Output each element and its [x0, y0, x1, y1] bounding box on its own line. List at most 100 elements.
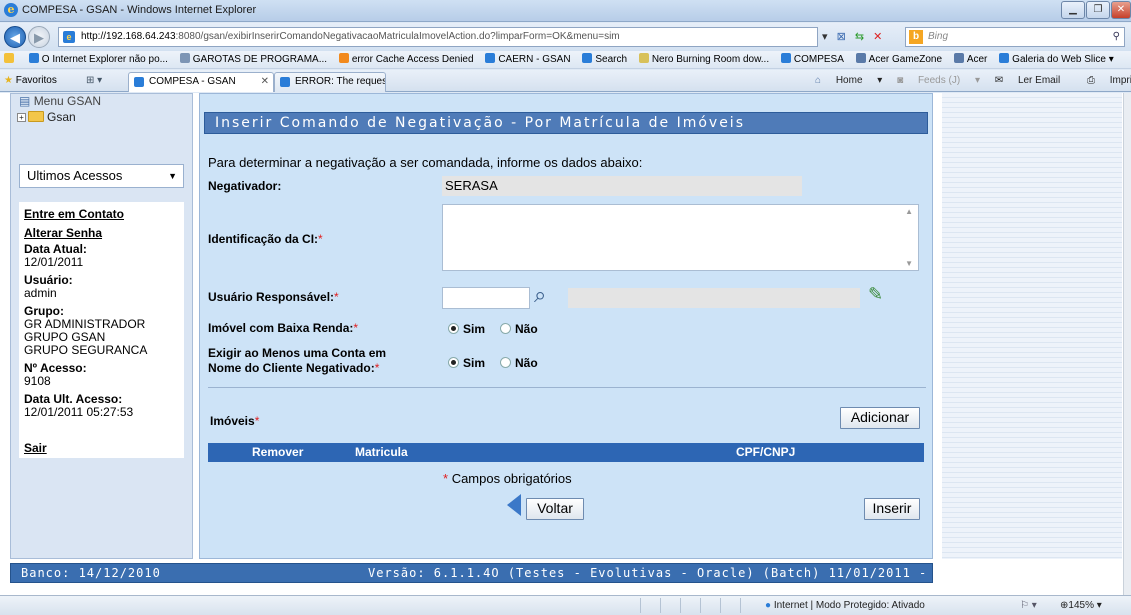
recent-access-select[interactable]: Ultimos Acessos ▼ [19, 164, 184, 188]
globe-icon: ● [765, 600, 772, 611]
contact-link[interactable]: Entre em Contato [24, 205, 184, 224]
printer-icon: ⎙ [1086, 75, 1095, 86]
ie-page-icon [28, 53, 39, 63]
page-icon [179, 53, 190, 63]
url-host: http://192.168.64.243 [81, 31, 176, 42]
data-atual-value: 12/01/2011 [24, 255, 84, 269]
address-input[interactable]: e http://192.168.64.243:8080/gsan/exibir… [58, 27, 818, 47]
nero-icon [638, 53, 649, 63]
folder-icon [28, 111, 44, 122]
logout-link[interactable]: Sair [24, 441, 47, 455]
page-title: Inserir Comando de Negativação - Por Mat… [204, 112, 928, 134]
back-icon[interactable]: ◀ [4, 26, 26, 48]
compat-icon[interactable]: ⊠ [837, 31, 846, 43]
fav-item-7[interactable]: Acer GameZone [855, 51, 942, 68]
inserir-button[interactable]: Inserir [864, 498, 920, 520]
quick-tabs-icon[interactable]: ⊞ ▾ [86, 70, 102, 92]
fav-item-3[interactable]: CAERN - GSAN [485, 51, 571, 68]
voltar-button[interactable]: Voltar [526, 498, 584, 520]
change-password-link[interactable]: Alterar Senha [24, 224, 184, 243]
search-icon[interactable]: ⚲ [1113, 28, 1120, 46]
tree-node-gsan[interactable]: + Gsan [17, 110, 76, 124]
fav-item-4[interactable]: Search [582, 51, 627, 68]
radio-icon[interactable] [500, 323, 511, 334]
menu-icon: ▤ [19, 94, 31, 108]
home-button[interactable]: ⌂ Home ▾ [815, 75, 882, 86]
fav-item-8[interactable]: Acer [953, 51, 987, 68]
adicionar-button[interactable]: Adicionar [840, 407, 920, 429]
scroll-down-icon[interactable]: ▼ [905, 259, 913, 268]
favorites-button[interactable]: ★ Favoritos [4, 70, 57, 92]
search-icon[interactable]: ⌕ [534, 283, 546, 307]
exigir-label: Exigir ao Menos uma Conta em Nome do Clie… [208, 346, 387, 375]
acesso-value: 9108 [24, 374, 51, 388]
exigir-nao[interactable]: Não [500, 356, 538, 370]
ie-page-icon [485, 53, 496, 63]
close-tab-icon[interactable]: ✕ [261, 73, 269, 91]
vertical-scrollbar[interactable] [1123, 93, 1131, 595]
identificacao-label: Identificação da CI:* [208, 232, 323, 246]
imoveis-label: Imóveis* [210, 414, 260, 428]
grupo-value: GRUPO SEGURANCA [24, 343, 148, 357]
fav-item-1[interactable]: GAROTAS DE PROGRAMA... [179, 51, 327, 68]
maximize-icon[interactable]: ❐ [1086, 1, 1110, 19]
ult-acesso-value: 12/01/2011 05:27:53 [24, 405, 134, 419]
eraser-icon[interactable]: ✎ [868, 282, 883, 306]
ie-page-icon [999, 53, 1010, 63]
page-icon: e [63, 31, 75, 43]
fav-item-2[interactable]: error Cache Access Denied [338, 51, 474, 68]
web-slice-icon [855, 53, 866, 63]
col-remover: Remover [252, 445, 304, 459]
baixa-renda-nao[interactable]: Não [500, 322, 538, 336]
usuario-resp-input[interactable] [442, 287, 530, 309]
url-path: :8080/gsan/exibirInserirComandoNegativac… [175, 31, 620, 42]
radio-checked-icon[interactable] [448, 357, 459, 368]
scroll-up-icon[interactable]: ▲ [905, 207, 913, 216]
exigir-sim[interactable]: Sim [448, 356, 485, 370]
tab-compesa[interactable]: COMPESA - GSAN ✕ [128, 72, 274, 92]
read-mail-button[interactable]: ✉ Ler Email [995, 75, 1072, 86]
col-matricula: Matricula [355, 445, 408, 459]
add-favorite-icon[interactable] [4, 51, 17, 68]
radio-icon[interactable] [500, 357, 511, 368]
home-icon: ⌂ [815, 75, 822, 86]
dropdown-icon[interactable]: ▾ [822, 31, 828, 43]
stop-icon[interactable]: ✕ [873, 31, 882, 43]
sidebar: ▤ Menu GSAN + Gsan Ultimos Acessos ▼ Entre… [10, 93, 193, 559]
ie-page-icon [780, 53, 791, 63]
fav-item-6[interactable]: COMPESA [780, 51, 844, 68]
close-window-icon[interactable]: ✕ [1111, 1, 1131, 19]
fav-item-0[interactable]: O Internet Explorer não po... [28, 51, 168, 68]
ie-page-icon [582, 53, 593, 63]
minimize-icon[interactable]: ▁ [1061, 1, 1085, 19]
search-input[interactable]: b Bing ⚲ [905, 27, 1125, 47]
print-button[interactable]: ⎙ Imprimir ▾ [1087, 75, 1131, 86]
user-info-panel: Entre em Contato Alterar Senha Data Atua… [19, 202, 184, 458]
security-zone: ● Internet | Modo Protegido: Ativado [765, 600, 925, 611]
tab-error[interactable]: ERROR: The requested URL... [274, 72, 386, 92]
protected-mode-icon[interactable]: ⚐ ▾ [1020, 596, 1037, 615]
window-title-bar: e COMPESA - GSAN - Windows Internet Expl… [0, 0, 1131, 22]
feeds-button[interactable]: ◙ Feeds (J) ▾ [897, 75, 980, 86]
negativador-label: Negativador: [208, 179, 282, 193]
bing-icon: b [909, 30, 923, 44]
baixa-renda-sim[interactable]: Sim [448, 322, 485, 336]
imoveis-table-header: Remover Matricula CPF/CNPJ [208, 443, 924, 462]
instructions: Para determinar a negativação a ser coma… [208, 155, 643, 170]
forward-icon[interactable]: ▶ [28, 26, 50, 48]
fav-item-5[interactable]: Nero Burning Room dow... [638, 51, 769, 68]
page-content: ▤ Menu GSAN + Gsan Ultimos Acessos ▼ Entre… [0, 93, 1131, 598]
tabs-bar: ★ Favoritos ⊞ ▾ COMPESA - GSAN ✕ ERROR: … [0, 70, 1131, 92]
identificacao-textarea[interactable]: ▲ ▼ [442, 204, 919, 271]
back-arrow-icon[interactable] [507, 494, 521, 516]
menu-header: ▤ Menu GSAN [19, 94, 102, 108]
refresh-icon[interactable]: ⇆ [855, 31, 864, 43]
radio-checked-icon[interactable] [448, 323, 459, 334]
usuario-resp-name [568, 288, 860, 308]
usuario-resp-label: Usuário Responsável:* [208, 290, 339, 304]
fav-item-9[interactable]: Galeria do Web Slice ▾ [999, 51, 1114, 68]
divider [208, 387, 926, 388]
expand-icon[interactable]: + [17, 113, 26, 122]
zoom-level[interactable]: ⊕145% ▾ [1060, 596, 1102, 615]
ie-page-icon [134, 77, 144, 87]
